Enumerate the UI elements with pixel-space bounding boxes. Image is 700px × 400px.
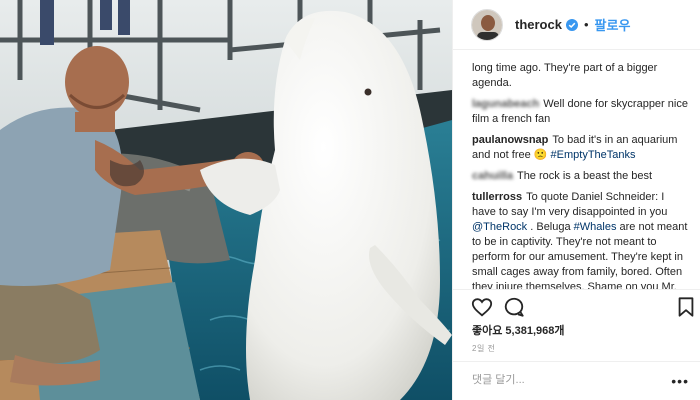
- list-item: paulanowsnap To bad it's in an aquarium a…: [472, 133, 691, 163]
- comment-bubble-icon[interactable]: [503, 296, 525, 318]
- username-link[interactable]: therock: [515, 17, 562, 32]
- comment-text: The rock is a beast the best: [516, 170, 653, 182]
- post-side-panel: therock • 팔로우 long time ago. They're par…: [452, 0, 700, 400]
- comment-text: long time ago. They're part of a bigger …: [472, 62, 658, 89]
- comment-username[interactable]: paulanowsnap: [472, 134, 548, 146]
- beluga-photo-illustration: [0, 0, 452, 400]
- comment-input[interactable]: [472, 374, 662, 386]
- comment-username[interactable]: lagunabeach: [472, 98, 539, 110]
- hashtag-link[interactable]: #EmptyTheTanks: [551, 149, 636, 161]
- comments-list[interactable]: long time ago. They're part of a bigger …: [453, 51, 700, 289]
- avatar-image: [472, 9, 502, 40]
- list-item: lagunabeach Well done for skycrapper nice…: [472, 97, 691, 127]
- comment-username[interactable]: tullerross: [472, 191, 522, 203]
- post-timestamp[interactable]: 2일 전: [472, 343, 495, 354]
- action-bar: [453, 289, 700, 325]
- post-photo[interactable]: [0, 0, 452, 400]
- bookmark-icon[interactable]: [675, 296, 697, 318]
- avatar[interactable]: [471, 8, 503, 41]
- heart-icon[interactable]: [471, 296, 493, 318]
- post-header: therock • 팔로우: [453, 0, 700, 50]
- comment-text: . Beluga: [527, 221, 574, 233]
- list-item: tullerross To quote Daniel Schneider: I h…: [472, 190, 691, 289]
- header-separator: •: [583, 17, 589, 32]
- list-item: cahuilla The rock is a beast the best: [472, 169, 691, 184]
- hashtag-link[interactable]: #Whales: [574, 221, 617, 233]
- comment-username[interactable]: cahuilla: [472, 170, 513, 182]
- mention-link[interactable]: @TheRock: [472, 221, 527, 233]
- follow-button[interactable]: 팔로우: [595, 15, 631, 34]
- list-item: long time ago. They're part of a bigger …: [472, 61, 691, 91]
- more-options-icon[interactable]: •••: [671, 374, 689, 388]
- verified-badge-icon: [565, 18, 578, 31]
- likes-count[interactable]: 좋아요 5,381,968개: [472, 322, 564, 338]
- add-comment-bar: •••: [453, 361, 700, 400]
